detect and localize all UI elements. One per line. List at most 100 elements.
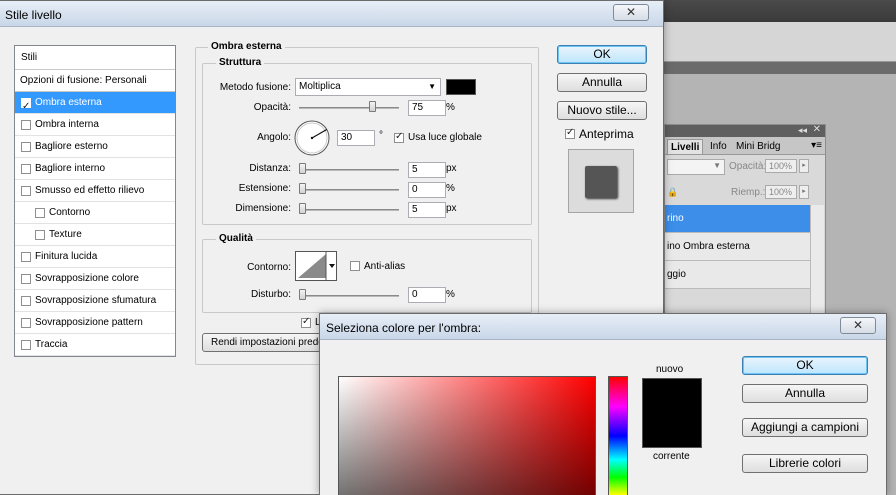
chevron-down-icon: ▼ xyxy=(428,82,436,91)
fill-arrow-icon[interactable]: ▸ xyxy=(799,185,809,199)
layer-row[interactable]: ggio xyxy=(665,261,810,289)
style-item[interactable]: Sovrapposizione sfumatura xyxy=(15,290,175,312)
new-color-label: nuovo xyxy=(656,364,684,375)
distance-slider[interactable] xyxy=(299,169,399,171)
style-item[interactable]: Traccia xyxy=(15,334,175,356)
panel-dock-header xyxy=(660,62,896,74)
close-button[interactable]: ✕ xyxy=(613,4,649,21)
distance-input[interactable]: 5 xyxy=(408,162,446,178)
style-checkbox[interactable] xyxy=(21,120,31,130)
picker-ok-button[interactable]: OK xyxy=(742,356,868,375)
fill-row: 🔒 Riemp.: 100% ▸ xyxy=(665,185,810,203)
style-item[interactable]: Sovrapposizione colore xyxy=(15,268,175,290)
picker-cancel-button[interactable]: Annulla xyxy=(742,384,868,403)
style-checkbox[interactable] xyxy=(21,164,31,174)
layer-style-titlebar: Stile livello ✕ xyxy=(0,1,663,27)
dialog-title: Stile livello xyxy=(5,8,62,22)
style-checkbox[interactable] xyxy=(21,96,31,118)
style-item-label: Ombra interna xyxy=(35,119,99,130)
tab-info[interactable]: Info xyxy=(707,139,730,154)
opacity-slider[interactable] xyxy=(299,107,399,109)
blend-mode-select[interactable]: Moltiplica ▼ xyxy=(295,78,441,96)
layers-scrollbar[interactable] xyxy=(810,205,824,323)
angle-dial-icon[interactable] xyxy=(293,119,331,157)
opacity-input[interactable]: 75 xyxy=(408,100,446,116)
close-icon[interactable]: ✕ xyxy=(813,124,821,135)
style-item-label: Smusso ed effetto rilievo xyxy=(35,185,145,196)
contour-preview-icon[interactable] xyxy=(295,251,337,281)
style-item[interactable]: Bagliore interno xyxy=(15,158,175,180)
panel-menu-icon[interactable]: ▾≡ xyxy=(811,140,822,151)
global-light-checkbox[interactable] xyxy=(394,131,404,143)
options-bar xyxy=(660,22,896,62)
style-item[interactable]: Finitura lucida xyxy=(15,246,175,268)
style-item[interactable]: Ombra esterna xyxy=(15,92,175,118)
preview-checkbox[interactable] xyxy=(565,127,575,139)
opacity-arrow-icon[interactable]: ▸ xyxy=(799,159,809,173)
fill-field[interactable]: 100% xyxy=(765,185,797,199)
color-field[interactable] xyxy=(338,376,596,495)
color-picker-dialog: Seleziona colore per l'ombra: ✕ nuovo co… xyxy=(319,313,887,495)
style-item[interactable]: Ombra interna xyxy=(15,114,175,136)
size-unit: px xyxy=(446,203,457,214)
style-checkbox[interactable] xyxy=(35,208,45,218)
blending-options-item[interactable]: Opzioni di fusione: Personali xyxy=(15,70,175,92)
distance-slider-thumb[interactable] xyxy=(299,163,306,174)
opacity-slider-thumb[interactable] xyxy=(369,101,376,112)
new-style-button[interactable]: Nuovo stile... xyxy=(557,101,647,120)
styles-header[interactable]: Stili xyxy=(15,46,175,70)
layer-row[interactable]: ino Ombra esterna xyxy=(665,233,810,261)
tab-layers[interactable]: Livelli xyxy=(667,139,704,154)
color-picker-title: Seleziona colore per l'ombra: xyxy=(326,321,482,335)
chevron-down-icon: ▼ xyxy=(713,161,721,170)
angle-input[interactable]: 30 xyxy=(337,130,375,146)
quality-group xyxy=(202,239,532,313)
style-item[interactable]: Texture xyxy=(15,224,175,246)
style-item[interactable]: Sovrapposizione pattern xyxy=(15,312,175,334)
spread-slider-thumb[interactable] xyxy=(299,183,306,194)
size-input[interactable]: 5 xyxy=(408,202,446,218)
style-checkbox[interactable] xyxy=(21,186,31,196)
lock-icon[interactable]: 🔒 xyxy=(667,187,678,198)
antialias-checkbox[interactable] xyxy=(350,261,360,271)
noise-input[interactable]: 0 xyxy=(408,287,446,303)
size-slider-thumb[interactable] xyxy=(299,203,306,214)
style-item[interactable]: Smusso ed effetto rilievo xyxy=(15,180,175,202)
ok-button[interactable]: OK xyxy=(557,45,647,64)
style-item-label: Finitura lucida xyxy=(35,251,98,262)
angle-label: Angolo: xyxy=(257,132,291,143)
style-checkbox[interactable] xyxy=(21,274,31,284)
opacity-field[interactable]: 100% xyxy=(765,159,797,173)
opacity-unit: % xyxy=(446,102,455,113)
noise-slider-thumb[interactable] xyxy=(299,289,306,300)
style-checkbox[interactable] xyxy=(21,252,31,262)
blend-mode-select[interactable]: ▼ xyxy=(667,159,725,175)
layer-row[interactable]: rino xyxy=(665,205,810,233)
blend-mode-value: Moltiplica xyxy=(299,81,341,92)
style-checkbox[interactable] xyxy=(35,230,45,240)
color-picker-close-button[interactable]: ✕ xyxy=(840,317,876,334)
add-to-swatches-button[interactable]: Aggiungi a campioni xyxy=(742,418,868,437)
style-item[interactable]: Contorno xyxy=(15,202,175,224)
spread-unit: % xyxy=(446,183,455,194)
shadow-color-swatch[interactable] xyxy=(446,79,476,95)
current-color-label: corrente xyxy=(653,451,690,462)
style-checkbox[interactable] xyxy=(21,340,31,350)
layer-knockout-checkbox[interactable] xyxy=(301,316,311,328)
color-libraries-button[interactable]: Librerie colori xyxy=(742,454,868,473)
noise-slider[interactable] xyxy=(299,295,399,297)
collapse-icon[interactable]: ◂◂ xyxy=(798,125,807,136)
tab-mini-bridge[interactable]: Mini Bridg xyxy=(733,139,783,154)
style-checkbox[interactable] xyxy=(21,318,31,328)
cancel-button[interactable]: Annulla xyxy=(557,73,647,92)
blend-mode-label: Metodo fusione: xyxy=(219,82,291,93)
noise-label: Disturbo: xyxy=(250,289,291,300)
spread-input[interactable]: 0 xyxy=(408,182,446,198)
style-item[interactable]: Bagliore esterno xyxy=(15,136,175,158)
spread-slider[interactable] xyxy=(299,189,399,191)
style-checkbox[interactable] xyxy=(21,142,31,152)
hue-slider[interactable] xyxy=(608,376,628,495)
style-checkbox[interactable] xyxy=(21,296,31,306)
size-slider[interactable] xyxy=(299,209,399,211)
styles-list: Stili Opzioni di fusione: Personali Ombr… xyxy=(14,45,176,357)
